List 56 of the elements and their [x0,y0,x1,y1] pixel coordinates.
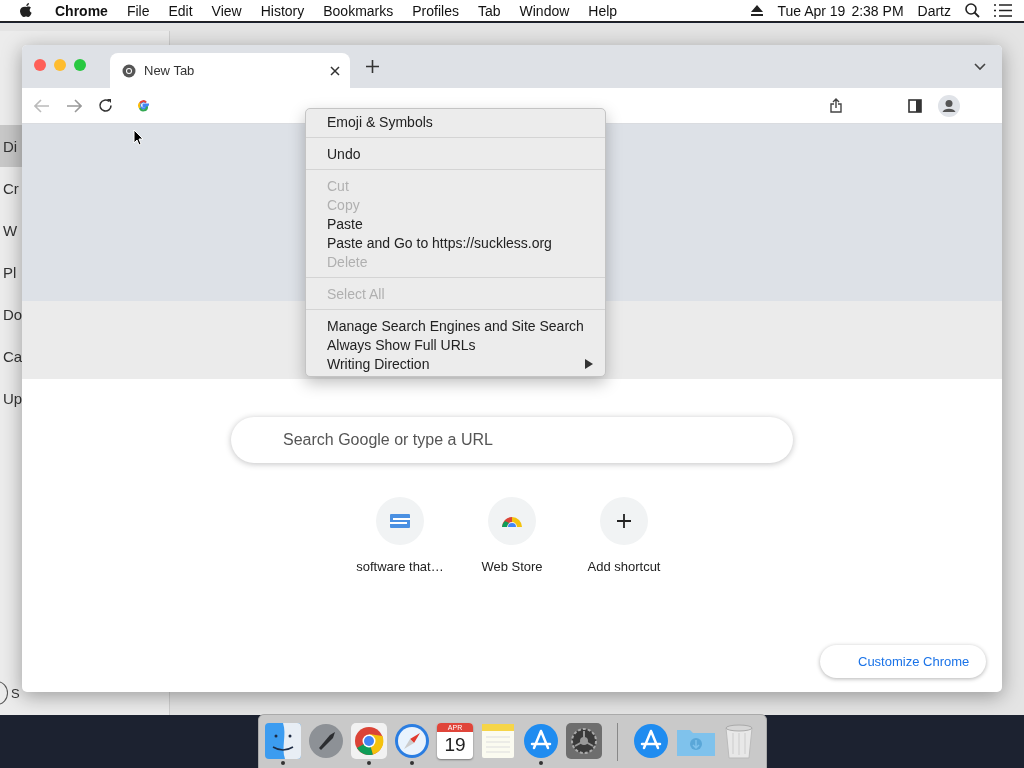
context-menu-item[interactable]: Undo [306,144,605,163]
rainbow-icon [501,515,523,527]
tab-title: New Tab [144,63,196,78]
chrome-icon[interactable] [351,723,387,759]
new-tab-icon[interactable] [366,60,379,73]
shortcut-tile[interactable] [488,497,536,545]
close-icon[interactable] [330,65,340,76]
search-icon[interactable] [965,3,980,18]
eject-icon[interactable] [751,5,764,16]
side-panel-icon[interactable] [908,98,922,113]
chrome-icon [122,63,136,78]
menu-item[interactable]: Bookmarks [323,2,394,19]
document-icon [390,514,410,528]
apple-logo-icon[interactable] [20,3,33,18]
search-field[interactable]: Search Google or type a URL [231,417,793,463]
shortcut-label[interactable]: Add shortcut [587,559,661,574]
date-text[interactable]: Tue Apr 19 [777,2,846,19]
gear-icon[interactable] [566,723,602,759]
menu-item[interactable]: Tab [477,2,501,19]
context-menu-item[interactable]: Manage Search Engines and Site Search [306,316,605,335]
finder-icon[interactable] [265,723,301,759]
compass-icon[interactable] [394,723,430,759]
context-menu-item[interactable]: Always Show Full URLs [306,335,605,354]
app-store-icon[interactable] [523,723,559,759]
shortcut-label[interactable]: software that… [356,559,444,574]
context-menu-item[interactable]: Writing Direction [306,354,605,373]
shortcut-tile[interactable] [376,497,424,545]
time-text[interactable]: 2:38 PM [851,2,904,19]
profile-avatar-icon[interactable] [938,94,960,117]
mouse-pointer-icon [133,129,144,146]
menu-item[interactable]: File [126,2,150,19]
browser-tab[interactable]: New Tab [110,53,350,88]
context-menu-item[interactable]: Paste and Go to https://suckless.org [306,233,605,252]
list-icon[interactable] [994,4,1012,17]
menu-item[interactable]: Profiles [412,2,459,19]
menu-item[interactable]: Window [519,2,570,19]
menu-item[interactable]: Help [588,2,618,19]
menu-item[interactable]: Edit [168,2,193,19]
chevron-down-icon[interactable] [974,62,986,71]
share-icon[interactable] [830,98,842,113]
context-menu-item[interactable]: Emoji & Symbols [306,112,605,131]
google-icon [137,99,150,112]
forward-arrow-icon[interactable] [66,98,82,113]
menu-item[interactable]: History [260,2,305,19]
plus-icon [617,514,631,528]
user-name[interactable]: Dartz [917,2,951,19]
app-store-icon[interactable] [633,723,669,759]
calendar-day: 19 [444,732,466,758]
app-menu[interactable]: Chrome [55,2,108,19]
context-menu-item[interactable]: Paste [306,214,605,233]
shortcut-label[interactable]: Web Store [481,559,543,574]
menu-item[interactable]: View [211,2,242,19]
footer-text: S [11,685,20,701]
customize-chrome-button[interactable]: Customize Chrome [820,645,986,678]
shortcut-tile[interactable] [600,497,648,545]
reload-icon[interactable] [98,98,113,113]
